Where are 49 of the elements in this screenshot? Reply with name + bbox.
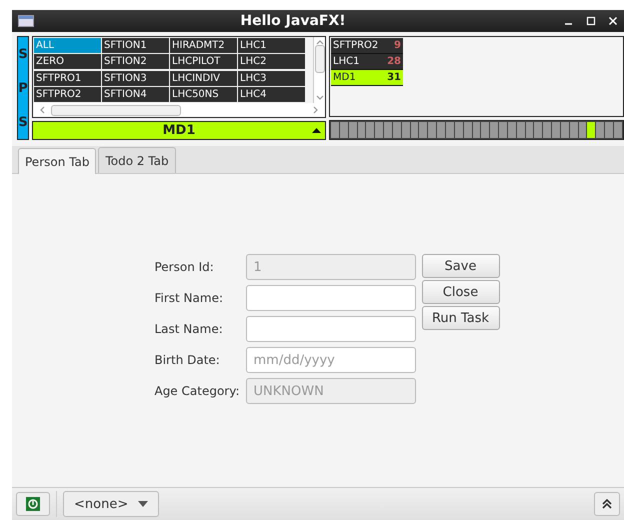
field-label: First Name: <box>154 290 224 307</box>
power-button[interactable] <box>16 492 50 516</box>
user-cell[interactable]: LHC1 <box>238 38 305 53</box>
user-cell[interactable]: LHC3 <box>238 70 305 86</box>
window-icon <box>18 15 34 27</box>
chevrons-up-icon <box>602 499 612 509</box>
field-label: Person Id: <box>154 259 215 276</box>
maximize-button[interactable] <box>586 16 596 26</box>
action-button[interactable]: Save <box>422 254 500 278</box>
user-cell[interactable]: SFTPRO2 <box>34 86 101 102</box>
user-cell[interactable]: SFTION3 <box>102 70 169 86</box>
user-cell[interactable]: SFTION4 <box>102 86 169 102</box>
user-cell[interactable]: LHCINDIV <box>170 70 237 86</box>
user-cell[interactable]: ZERO <box>34 54 101 70</box>
cycle-item[interactable]: MD1 31 <box>331 70 403 86</box>
power-icon <box>26 497 40 511</box>
user-cell[interactable]: HIRADMT2 <box>170 38 237 53</box>
tab[interactable]: Person Tab <box>18 148 96 174</box>
caret-icon <box>312 128 321 133</box>
tab[interactable]: Todo 2 Tab <box>98 147 176 173</box>
user-cell[interactable]: LHC50NS <box>170 86 237 102</box>
vertical-scrollbar[interactable] <box>313 37 325 103</box>
caret-icon <box>138 501 148 507</box>
cycle-item[interactable]: LHC1 28 <box>331 54 403 70</box>
input-field[interactable]: mm/dd/yyyy <box>246 347 416 373</box>
input-field[interactable] <box>246 285 416 311</box>
user-cell[interactable]: SFTPRO1 <box>34 70 101 86</box>
close-button[interactable] <box>608 16 618 26</box>
selector-dropdown[interactable]: MD1 <box>32 121 326 140</box>
field-label: Birth Date: <box>154 352 221 369</box>
user-cell[interactable]: SFTION1 <box>102 38 169 53</box>
field-label: Age Category: <box>154 383 240 400</box>
chevron-up-icon[interactable] <box>316 39 324 45</box>
chevron-left-icon[interactable] <box>39 106 45 114</box>
input-field[interactable] <box>246 316 416 342</box>
window-title: Hello JavaFX! <box>239 13 347 29</box>
expand-button[interactable] <box>594 492 620 516</box>
accelerator-label: SPS <box>17 36 29 140</box>
user-cell[interactable]: SFTION2 <box>102 54 169 70</box>
user-cell[interactable]: LHC4 <box>238 86 305 102</box>
chevron-right-icon[interactable] <box>313 106 319 114</box>
combo-box[interactable]: <none> <box>63 491 160 517</box>
user-cell[interactable]: LHC2 <box>238 54 305 70</box>
cycle-item[interactable]: SFTPRO2 9 <box>331 38 403 54</box>
chevron-down-icon[interactable] <box>316 95 324 101</box>
user-cell[interactable]: LHCPILOT <box>170 54 237 70</box>
field-label: Last Name: <box>154 321 224 338</box>
action-button[interactable]: Close <box>422 280 500 304</box>
action-button[interactable]: Run Task <box>422 306 500 330</box>
